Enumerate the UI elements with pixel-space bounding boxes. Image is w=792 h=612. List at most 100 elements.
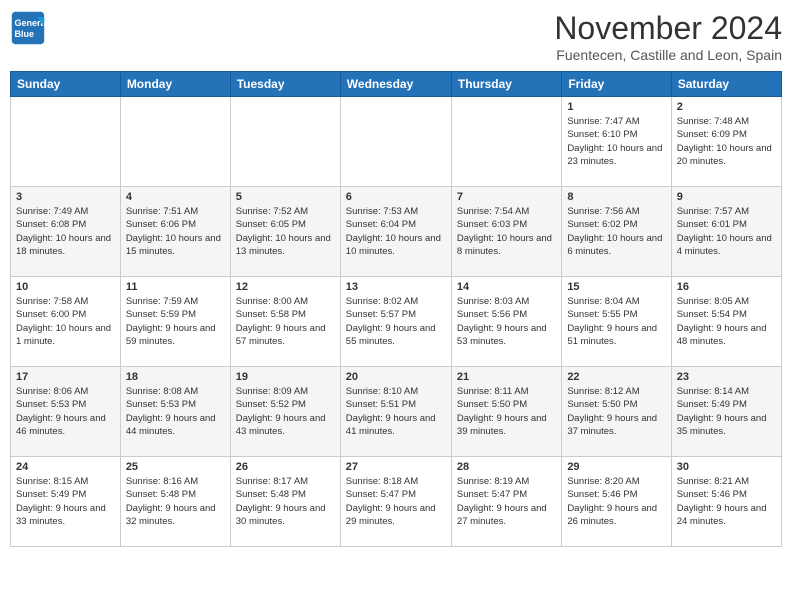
day-info: Sunrise: 7:57 AM Sunset: 6:01 PM Dayligh… bbox=[677, 205, 776, 258]
calendar-table: SundayMondayTuesdayWednesdayThursdayFrid… bbox=[10, 71, 782, 547]
calendar-cell: 10 Sunrise: 7:58 AM Sunset: 6:00 PM Dayli… bbox=[11, 277, 121, 367]
svg-text:Blue: Blue bbox=[15, 29, 35, 39]
calendar-cell: 15 Sunrise: 8:04 AM Sunset: 5:55 PM Dayli… bbox=[562, 277, 671, 367]
calendar-cell: 19 Sunrise: 8:09 AM Sunset: 5:52 PM Dayli… bbox=[230, 367, 340, 457]
day-info: Sunrise: 8:05 AM Sunset: 5:54 PM Dayligh… bbox=[677, 295, 776, 348]
calendar-cell: 26Sunrise: 8:17 AM Sunset: 5:48 PM Dayli… bbox=[230, 457, 340, 547]
calendar-cell bbox=[340, 97, 451, 187]
day-info: Sunrise: 7:49 AM Sunset: 6:08 PM Dayligh… bbox=[16, 205, 115, 258]
calendar-cell: 16 Sunrise: 8:05 AM Sunset: 5:54 PM Dayli… bbox=[671, 277, 781, 367]
day-info: Sunrise: 8:06 AM Sunset: 5:53 PM Dayligh… bbox=[16, 385, 115, 438]
day-info: Sunrise: 7:53 AM Sunset: 6:04 PM Dayligh… bbox=[346, 205, 446, 258]
day-info: Sunrise: 8:10 AM Sunset: 5:51 PM Dayligh… bbox=[346, 385, 446, 438]
day-info: Sunrise: 7:58 AM Sunset: 6:00 PM Dayligh… bbox=[16, 295, 115, 348]
col-header-thursday: Thursday bbox=[451, 72, 561, 97]
day-number: 3 bbox=[16, 191, 115, 203]
day-number: 11 bbox=[126, 281, 225, 293]
day-number: 8 bbox=[567, 191, 665, 203]
day-info: Sunrise: 7:48 AM Sunset: 6:09 PM Dayligh… bbox=[677, 115, 776, 168]
calendar-cell: 30Sunrise: 8:21 AM Sunset: 5:46 PM Dayli… bbox=[671, 457, 781, 547]
calendar-cell: 14Sunrise: 8:03 AM Sunset: 5:56 PM Dayli… bbox=[451, 277, 561, 367]
day-info: Sunrise: 8:03 AM Sunset: 5:56 PM Dayligh… bbox=[457, 295, 556, 348]
calendar-cell: 13 Sunrise: 8:02 AM Sunset: 5:57 PM Dayli… bbox=[340, 277, 451, 367]
calendar-cell: 18Sunrise: 8:08 AM Sunset: 5:53 PM Dayli… bbox=[120, 367, 230, 457]
week-row-3: 10 Sunrise: 7:58 AM Sunset: 6:00 PM Dayli… bbox=[11, 277, 782, 367]
page-header: General Blue General Blue November 2024 … bbox=[10, 10, 782, 63]
day-info: Sunrise: 7:47 AM Sunset: 6:10 PM Dayligh… bbox=[567, 115, 665, 168]
day-number: 28 bbox=[457, 461, 556, 473]
calendar-cell: 12 Sunrise: 8:00 AM Sunset: 5:58 PM Dayli… bbox=[230, 277, 340, 367]
calendar-cell: 27 Sunrise: 8:18 AM Sunset: 5:47 PM Dayli… bbox=[340, 457, 451, 547]
calendar-cell: 25 Sunrise: 8:16 AM Sunset: 5:48 PM Dayli… bbox=[120, 457, 230, 547]
col-header-tuesday: Tuesday bbox=[230, 72, 340, 97]
calendar-cell: 3 Sunrise: 7:49 AM Sunset: 6:08 PM Daylig… bbox=[11, 187, 121, 277]
col-header-friday: Friday bbox=[562, 72, 671, 97]
day-number: 13 bbox=[346, 281, 446, 293]
day-number: 24 bbox=[16, 461, 115, 473]
calendar-cell: 29 Sunrise: 8:20 AM Sunset: 5:46 PM Dayli… bbox=[562, 457, 671, 547]
calendar-cell bbox=[230, 97, 340, 187]
day-number: 16 bbox=[677, 281, 776, 293]
day-number: 4 bbox=[126, 191, 225, 203]
day-number: 20 bbox=[346, 371, 446, 383]
day-info: Sunrise: 8:15 AM Sunset: 5:49 PM Dayligh… bbox=[16, 475, 115, 528]
day-number: 23 bbox=[677, 371, 776, 383]
day-number: 12 bbox=[236, 281, 335, 293]
day-number: 19 bbox=[236, 371, 335, 383]
day-info: Sunrise: 8:00 AM Sunset: 5:58 PM Dayligh… bbox=[236, 295, 335, 348]
calendar-cell: 22 Sunrise: 8:12 AM Sunset: 5:50 PM Dayli… bbox=[562, 367, 671, 457]
col-header-wednesday: Wednesday bbox=[340, 72, 451, 97]
day-info: Sunrise: 7:59 AM Sunset: 5:59 PM Dayligh… bbox=[126, 295, 225, 348]
day-info: Sunrise: 8:14 AM Sunset: 5:49 PM Dayligh… bbox=[677, 385, 776, 438]
calendar-cell bbox=[451, 97, 561, 187]
day-info: Sunrise: 8:04 AM Sunset: 5:55 PM Dayligh… bbox=[567, 295, 665, 348]
calendar-cell: 11 Sunrise: 7:59 AM Sunset: 5:59 PM Dayli… bbox=[120, 277, 230, 367]
calendar-cell: 20 Sunrise: 8:10 AM Sunset: 5:51 PM Dayli… bbox=[340, 367, 451, 457]
month-title: November 2024 bbox=[554, 10, 782, 47]
day-info: Sunrise: 8:20 AM Sunset: 5:46 PM Dayligh… bbox=[567, 475, 665, 528]
calendar-cell bbox=[120, 97, 230, 187]
day-info: Sunrise: 8:12 AM Sunset: 5:50 PM Dayligh… bbox=[567, 385, 665, 438]
day-number: 29 bbox=[567, 461, 665, 473]
col-header-sunday: Sunday bbox=[11, 72, 121, 97]
title-block: November 2024 Fuentecen, Castille and Le… bbox=[554, 10, 782, 63]
col-header-monday: Monday bbox=[120, 72, 230, 97]
day-info: Sunrise: 8:11 AM Sunset: 5:50 PM Dayligh… bbox=[457, 385, 556, 438]
calendar-cell: 6Sunrise: 7:53 AM Sunset: 6:04 PM Daylig… bbox=[340, 187, 451, 277]
days-header-row: SundayMondayTuesdayWednesdayThursdayFrid… bbox=[11, 72, 782, 97]
day-number: 5 bbox=[236, 191, 335, 203]
day-info: Sunrise: 7:54 AM Sunset: 6:03 PM Dayligh… bbox=[457, 205, 556, 258]
logo-icon: General Blue bbox=[10, 10, 46, 46]
day-number: 25 bbox=[126, 461, 225, 473]
day-number: 7 bbox=[457, 191, 556, 203]
calendar-cell: 23 Sunrise: 8:14 AM Sunset: 5:49 PM Dayli… bbox=[671, 367, 781, 457]
week-row-4: 17Sunrise: 8:06 AM Sunset: 5:53 PM Dayli… bbox=[11, 367, 782, 457]
day-number: 27 bbox=[346, 461, 446, 473]
calendar-cell: 7 Sunrise: 7:54 AM Sunset: 6:03 PM Daylig… bbox=[451, 187, 561, 277]
week-row-2: 3 Sunrise: 7:49 AM Sunset: 6:08 PM Daylig… bbox=[11, 187, 782, 277]
day-number: 22 bbox=[567, 371, 665, 383]
day-info: Sunrise: 7:56 AM Sunset: 6:02 PM Dayligh… bbox=[567, 205, 665, 258]
day-number: 10 bbox=[16, 281, 115, 293]
calendar-cell: 1 Sunrise: 7:47 AM Sunset: 6:10 PM Daylig… bbox=[562, 97, 671, 187]
day-info: Sunrise: 8:16 AM Sunset: 5:48 PM Dayligh… bbox=[126, 475, 225, 528]
calendar-cell: 9 Sunrise: 7:57 AM Sunset: 6:01 PM Daylig… bbox=[671, 187, 781, 277]
day-info: Sunrise: 8:02 AM Sunset: 5:57 PM Dayligh… bbox=[346, 295, 446, 348]
week-row-5: 24 Sunrise: 8:15 AM Sunset: 5:49 PM Dayli… bbox=[11, 457, 782, 547]
day-number: 9 bbox=[677, 191, 776, 203]
calendar-cell: 8 Sunrise: 7:56 AM Sunset: 6:02 PM Daylig… bbox=[562, 187, 671, 277]
col-header-saturday: Saturday bbox=[671, 72, 781, 97]
calendar-cell: 21Sunrise: 8:11 AM Sunset: 5:50 PM Dayli… bbox=[451, 367, 561, 457]
location: Fuentecen, Castille and Leon, Spain bbox=[554, 47, 782, 63]
day-info: Sunrise: 8:18 AM Sunset: 5:47 PM Dayligh… bbox=[346, 475, 446, 528]
week-row-1: 1 Sunrise: 7:47 AM Sunset: 6:10 PM Daylig… bbox=[11, 97, 782, 187]
day-info: Sunrise: 8:09 AM Sunset: 5:52 PM Dayligh… bbox=[236, 385, 335, 438]
day-number: 2 bbox=[677, 101, 776, 113]
day-number: 15 bbox=[567, 281, 665, 293]
day-number: 30 bbox=[677, 461, 776, 473]
day-number: 1 bbox=[567, 101, 665, 113]
calendar-cell: 2 Sunrise: 7:48 AM Sunset: 6:09 PM Daylig… bbox=[671, 97, 781, 187]
day-info: Sunrise: 7:51 AM Sunset: 6:06 PM Dayligh… bbox=[126, 205, 225, 258]
calendar-cell: 5Sunrise: 7:52 AM Sunset: 6:05 PM Daylig… bbox=[230, 187, 340, 277]
calendar-cell: 24 Sunrise: 8:15 AM Sunset: 5:49 PM Dayli… bbox=[11, 457, 121, 547]
